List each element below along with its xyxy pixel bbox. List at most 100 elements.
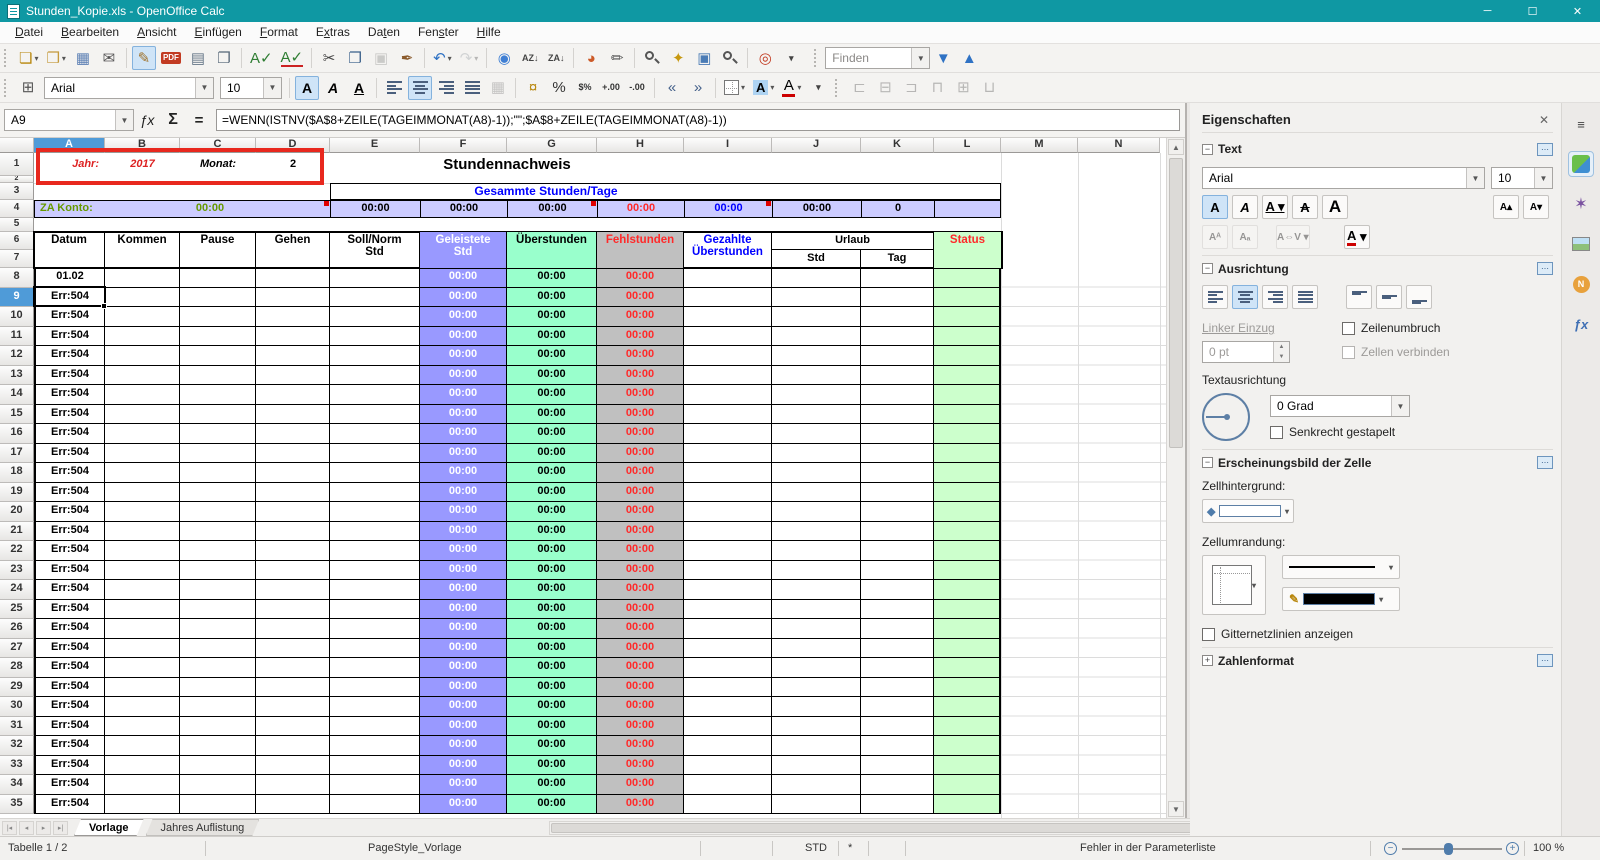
background-color-button[interactable]: A ▾	[750, 76, 777, 100]
cell-A26[interactable]: Err:504	[34, 619, 105, 639]
chevron-down-icon[interactable]: ▼	[911, 48, 930, 68]
row-header-5[interactable]: 5	[0, 218, 34, 232]
sidebar-font-color-button[interactable]: A ▾	[1343, 225, 1370, 249]
first-sheet-icon[interactable]: |◂	[2, 820, 17, 835]
cell-I34[interactable]	[684, 775, 772, 795]
header-gezahlte[interactable]: Gezahlte Überstunden	[684, 232, 772, 268]
cell-H21[interactable]: 00:00	[597, 521, 684, 541]
cell-A23[interactable]: Err:504	[34, 560, 105, 580]
scroll-down-icon[interactable]: ▼	[1168, 801, 1184, 817]
sidebar-tab-properties[interactable]	[1568, 151, 1594, 177]
cell-K27[interactable]	[861, 638, 934, 658]
cell-C10[interactable]	[180, 307, 256, 327]
cell-A35[interactable]: Err:504	[34, 794, 105, 814]
cell-E17[interactable]	[330, 443, 420, 463]
row-header-13[interactable]: 13	[0, 365, 34, 385]
close-button[interactable]: ✕	[1555, 0, 1600, 22]
borders-button[interactable]: ▾	[721, 76, 748, 100]
cell-G34[interactable]: 00:00	[507, 775, 597, 795]
cell-D30[interactable]	[256, 697, 330, 717]
cell-C20[interactable]	[180, 502, 256, 522]
sidebar-tab-navigator[interactable]: N	[1568, 271, 1594, 297]
dropdown-arrow-icon[interactable]: ▾	[770, 83, 774, 92]
paste-button[interactable]: ▣	[369, 46, 393, 70]
sidebar-font-name[interactable]: Arial ▼	[1202, 167, 1485, 189]
italic-button[interactable]: A	[321, 76, 345, 100]
stacked-checkbox[interactable]	[1270, 425, 1283, 439]
menu-daten[interactable]: Daten	[359, 22, 409, 43]
cell-J27[interactable]	[772, 638, 861, 658]
cell-G16[interactable]: 00:00	[507, 424, 597, 444]
email-button[interactable]: ✉	[97, 46, 121, 70]
function-wizard-icon[interactable]: ƒx	[134, 112, 160, 128]
cell-H12[interactable]: 00:00	[597, 346, 684, 366]
cell-I4[interactable]: 00:00	[684, 200, 772, 218]
sidebar-tab-gallery[interactable]	[1568, 231, 1594, 257]
cell-I24[interactable]	[684, 580, 772, 600]
zoom-slider-thumb[interactable]	[1444, 843, 1453, 855]
cell-D21[interactable]	[256, 521, 330, 541]
cell-H31[interactable]: 00:00	[597, 716, 684, 736]
header-datum[interactable]: Datum	[34, 232, 105, 268]
cell-J23[interactable]	[772, 560, 861, 580]
cell-B24[interactable]	[105, 580, 180, 600]
cell-K22[interactable]	[861, 541, 934, 561]
cell-H25[interactable]: 00:00	[597, 599, 684, 619]
edit-mode-button[interactable]: ✎	[131, 46, 156, 70]
cell-J18[interactable]	[772, 463, 861, 483]
cell-A18[interactable]: Err:504	[34, 463, 105, 483]
cell-L13[interactable]	[934, 365, 1001, 385]
row-header-12[interactable]: 12	[0, 346, 34, 366]
cell-L17[interactable]	[934, 443, 1001, 463]
cell-L20[interactable]	[934, 502, 1001, 522]
column-header-H[interactable]: H	[597, 138, 684, 153]
cell-E9[interactable]	[330, 287, 420, 307]
cell-H34[interactable]: 00:00	[597, 775, 684, 795]
cell-H30[interactable]: 00:00	[597, 697, 684, 717]
cell-F34[interactable]: 00:00	[420, 775, 507, 795]
row-header-32[interactable]: 32	[0, 736, 34, 756]
cell-I9[interactable]	[684, 287, 772, 307]
cell-K32[interactable]	[861, 736, 934, 756]
header-urlaub-std[interactable]: Std	[772, 250, 861, 268]
cell-F23[interactable]: 00:00	[420, 560, 507, 580]
header-kommen[interactable]: Kommen	[105, 232, 180, 268]
format-paintbrush-button[interactable]: ✒	[395, 46, 419, 70]
cell-H15[interactable]: 00:00	[597, 404, 684, 424]
dropdown-arrow-icon[interactable]: ▾	[62, 54, 66, 63]
cell-F9[interactable]: 00:00	[420, 287, 507, 307]
cell-K9[interactable]	[861, 287, 934, 307]
cell-B15[interactable]	[105, 404, 180, 424]
cell-D28[interactable]	[256, 658, 330, 678]
cell-J11[interactable]	[772, 326, 861, 346]
cell-L25[interactable]	[934, 599, 1001, 619]
zoom-out-icon[interactable]: −	[1384, 842, 1397, 855]
cell-B10[interactable]	[105, 307, 180, 327]
dropdown-arrow-icon[interactable]: ▾	[797, 83, 801, 92]
cell-I29[interactable]	[684, 677, 772, 697]
cell-L31[interactable]	[934, 716, 1001, 736]
align-right-button[interactable]	[1262, 285, 1288, 309]
cell-C30[interactable]	[180, 697, 256, 717]
equals-icon[interactable]: =	[186, 112, 212, 129]
menu-extras[interactable]: Extras	[307, 22, 359, 43]
cell-E33[interactable]	[330, 755, 420, 775]
cell-C23[interactable]	[180, 560, 256, 580]
font-color-button[interactable]: A ▾	[779, 76, 804, 100]
cell-G11[interactable]: 00:00	[507, 326, 597, 346]
new-document-button[interactable]: ❏ ▾	[16, 46, 41, 70]
cell-F33[interactable]: 00:00	[420, 755, 507, 775]
name-box[interactable]: A9 ▼	[4, 109, 134, 131]
cell-D18[interactable]	[256, 463, 330, 483]
cell-L33[interactable]	[934, 755, 1001, 775]
cell-B35[interactable]	[105, 794, 180, 814]
cell-F29[interactable]: 00:00	[420, 677, 507, 697]
cell-J22[interactable]	[772, 541, 861, 561]
dropdown-arrow-icon[interactable]: ▾	[741, 83, 745, 92]
align-center-button[interactable]	[408, 75, 432, 100]
cell-C32[interactable]	[180, 736, 256, 756]
cell-C14[interactable]	[180, 385, 256, 405]
spellcheck-button[interactable]: A✓	[247, 46, 276, 70]
cell-B11[interactable]	[105, 326, 180, 346]
collapse-icon[interactable]: −	[1202, 143, 1213, 155]
